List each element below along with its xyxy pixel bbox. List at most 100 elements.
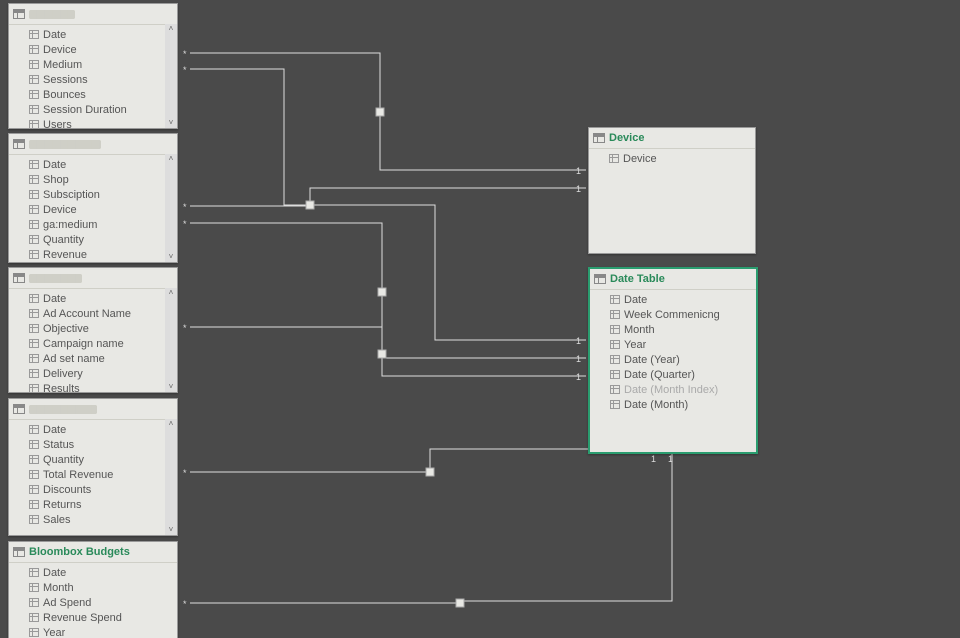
- field-row[interactable]: Date: [9, 422, 177, 437]
- table-device[interactable]: Device Device: [588, 127, 756, 254]
- table-title: ████████████: [29, 405, 97, 414]
- field-label: Year: [624, 339, 646, 351]
- field-row[interactable]: Ad set name: [9, 351, 177, 366]
- rel-t2-device[interactable]: [190, 188, 586, 206]
- field-row[interactable]: Bounces: [9, 87, 177, 102]
- rel-t4-datetable[interactable]: [190, 449, 655, 472]
- column-icon: [610, 340, 620, 349]
- field-row[interactable]: Medium: [9, 57, 177, 72]
- field-label: Returns: [43, 499, 82, 511]
- field-row[interactable]: Date (Month): [590, 397, 756, 412]
- cardinality-one: 1: [576, 336, 581, 346]
- field-row[interactable]: Revenue: [9, 247, 177, 262]
- column-icon: [29, 583, 39, 592]
- field-row[interactable]: Week Commenicng: [590, 307, 756, 322]
- field-label: Device: [43, 204, 77, 216]
- field-row[interactable]: ga:medium: [9, 217, 177, 232]
- scroll-down-icon[interactable]: ˅: [166, 252, 176, 262]
- rel-t1-device[interactable]: [190, 53, 586, 170]
- scroll-up-icon[interactable]: ˄: [166, 288, 176, 298]
- field-label: Date: [624, 294, 647, 306]
- field-row[interactable]: Date (Month Index): [590, 382, 756, 397]
- table-icon: [13, 273, 25, 283]
- column-icon: [609, 154, 619, 163]
- field-row[interactable]: Date: [9, 27, 177, 42]
- column-icon: [29, 354, 39, 363]
- field-list: DateStatusQuantityTotal RevenueDiscounts…: [9, 420, 177, 529]
- column-icon: [29, 294, 39, 303]
- field-row[interactable]: Users: [9, 117, 177, 132]
- table-header[interactable]: ████████████: [9, 134, 177, 155]
- field-row[interactable]: Month: [9, 580, 177, 595]
- field-row[interactable]: Shop: [9, 172, 177, 187]
- field-row[interactable]: Date (Year): [590, 352, 756, 367]
- table-header[interactable]: ████████████: [9, 399, 177, 420]
- field-row[interactable]: Campaign name: [9, 336, 177, 351]
- field-row[interactable]: Ad Account Name: [9, 306, 177, 321]
- field-row[interactable]: Year: [590, 337, 756, 352]
- table-t5[interactable]: Bloombox Budgets Date MonthAd SpendRevenue…: [8, 541, 178, 638]
- field-row[interactable]: Date: [9, 291, 177, 306]
- scrollbar[interactable]: ˄˅: [165, 154, 177, 262]
- field-row[interactable]: Quantity: [9, 232, 177, 247]
- table-header[interactable]: ████████: [9, 268, 177, 289]
- column-icon: [29, 369, 39, 378]
- field-row[interactable]: Month: [590, 322, 756, 337]
- column-icon: [29, 425, 39, 434]
- scroll-down-icon[interactable]: ˅: [166, 118, 176, 128]
- field-row[interactable]: Device: [9, 42, 177, 57]
- table-t4[interactable]: ████████████ DateStatusQuantityTotal Reve…: [8, 398, 178, 536]
- table-t3[interactable]: ████████ DateAd Account NameObjectiveCamp…: [8, 267, 178, 393]
- table-t2[interactable]: ████████████ DateShopSubsciption Devicega:…: [8, 133, 178, 263]
- field-row[interactable]: Sessions: [9, 72, 177, 87]
- field-row[interactable]: Date: [590, 292, 756, 307]
- field-row[interactable]: Subsciption: [9, 187, 177, 202]
- column-icon: [29, 90, 39, 99]
- column-icon: [29, 190, 39, 199]
- rel-t5-datetable[interactable]: [190, 452, 672, 603]
- scrollbar[interactable]: ˄˅: [165, 24, 177, 128]
- scroll-up-icon[interactable]: ˄: [166, 419, 176, 429]
- field-row[interactable]: Device: [9, 202, 177, 217]
- scroll-up-icon[interactable]: ˄: [166, 24, 176, 34]
- field-label: Month: [43, 582, 74, 594]
- rel-t2-datetable[interactable]: [190, 223, 586, 358]
- field-row[interactable]: Session Duration: [9, 102, 177, 117]
- scrollbar[interactable]: ˄˅: [165, 288, 177, 392]
- field-row[interactable]: Returns: [9, 497, 177, 512]
- field-row[interactable]: Year: [9, 625, 177, 638]
- table-header[interactable]: ████████: [9, 4, 177, 25]
- field-row[interactable]: Date: [9, 565, 177, 580]
- scroll-up-icon[interactable]: ˄: [166, 154, 176, 164]
- table-icon: [594, 274, 606, 284]
- field-row[interactable]: Delivery: [9, 366, 177, 381]
- table-datetable[interactable]: Date TableDateWeek CommenicngMonthYearDa…: [588, 267, 758, 454]
- field-row[interactable]: Date: [9, 157, 177, 172]
- field-row[interactable]: Total Revenue: [9, 467, 177, 482]
- field-row[interactable]: Objective: [9, 321, 177, 336]
- field-row[interactable]: Quantity: [9, 452, 177, 467]
- field-row[interactable]: Date (Quarter): [590, 367, 756, 382]
- column-icon: [29, 485, 39, 494]
- field-row[interactable]: Revenue Spend: [9, 610, 177, 625]
- field-row[interactable]: Results: [9, 381, 177, 396]
- field-row[interactable]: Discounts: [9, 482, 177, 497]
- table-header[interactable]: Bloombox Budgets: [9, 542, 177, 563]
- table-t1[interactable]: ████████ DateDevice MediumSessionsBouncesS…: [8, 3, 178, 129]
- field-label: Date: [43, 293, 66, 305]
- table-header[interactable]: Device: [589, 128, 755, 149]
- field-row[interactable]: Sales: [9, 512, 177, 527]
- field-label: Medium: [43, 59, 82, 71]
- field-row[interactable]: Status: [9, 437, 177, 452]
- scroll-down-icon[interactable]: ˅: [166, 525, 176, 535]
- rel-t1-datetable[interactable]: [190, 69, 586, 340]
- scroll-down-icon[interactable]: ˅: [166, 382, 176, 392]
- junction-arrow: [378, 350, 386, 358]
- table-header[interactable]: Date Table: [590, 269, 756, 290]
- field-row[interactable]: Ad Spend: [9, 595, 177, 610]
- scrollbar[interactable]: ˄˅: [165, 419, 177, 535]
- column-icon: [29, 105, 39, 114]
- rel-t3-datetable[interactable]: [190, 327, 586, 376]
- column-icon: [610, 400, 620, 409]
- field-row[interactable]: Device: [589, 151, 755, 166]
